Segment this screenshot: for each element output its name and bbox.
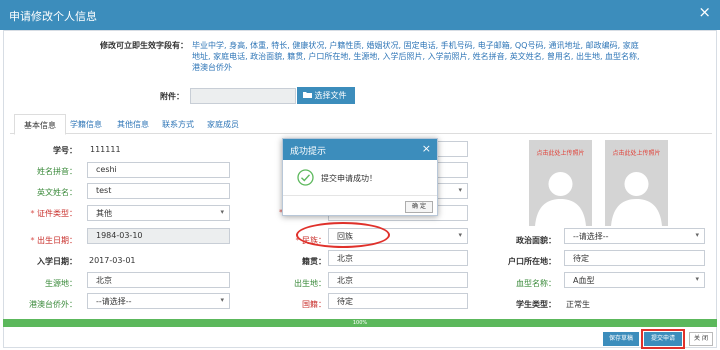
tab-other-info[interactable]: 其他信息 (117, 119, 149, 130)
tab-basic-info[interactable]: 基本信息 (14, 114, 66, 135)
enroll-date-label: 入学日期： (37, 257, 77, 266)
native-place-label: 籍贯： (302, 257, 326, 266)
close-icon[interactable]: × (698, 5, 711, 20)
student-type-value: 正常生 (566, 300, 590, 309)
editable-fields-label: 修改可立即生效字段有： (100, 41, 188, 50)
close-button[interactable]: 关 闭 (689, 332, 713, 346)
modal-close-icon[interactable]: × (422, 142, 431, 155)
birth-place-input[interactable]: 北京 (328, 272, 468, 288)
student-no-value: 111111 (90, 145, 121, 154)
overseas-label: 港澳台侨外： (29, 300, 77, 309)
tab-enrollment-info[interactable]: 学籍信息 (70, 119, 102, 130)
upload-photo-caption: 点击此处上传照片 (612, 150, 661, 157)
avatar-placeholder-icon (611, 172, 662, 226)
tab-family[interactable]: 家庭成员 (207, 119, 239, 130)
nation-annotation-oval (296, 222, 390, 248)
birth-date-label-text: 出生日期： (37, 236, 77, 245)
blood-type-label: 血型名称： (516, 279, 556, 288)
nationality-label: 国籍： (302, 300, 326, 309)
birth-place-label: 出生地： (294, 279, 326, 288)
modal-divider (283, 195, 437, 196)
id-type-label: * 证件类型： (15, 208, 77, 219)
name-pinyin-label: 姓名拼音： (37, 167, 77, 176)
choose-file-label: 选择文件 (314, 91, 347, 100)
pre-enrollment-photo[interactable]: 点击此处上传照片 (605, 140, 668, 226)
birth-date-input[interactable]: 1984-03-10 (87, 228, 230, 244)
birth-date-label: * 出生日期： (15, 235, 77, 246)
window-title: 申请修改个人信息 (9, 10, 97, 23)
success-check-icon (297, 169, 314, 186)
hukou-label: 户口所在地： (508, 257, 556, 266)
student-type-label: 学生类型： (516, 300, 556, 309)
tab-contact[interactable]: 联系方式 (162, 119, 194, 130)
enroll-date-value: 2017-03-01 (89, 256, 136, 265)
submit-annotation-box (641, 329, 685, 349)
folder-icon (303, 91, 315, 100)
upload-photo-caption: 点击此处上传照片 (536, 150, 585, 157)
progress-label: 100% (352, 320, 368, 326)
nationality-input[interactable]: 待定 (328, 293, 468, 309)
modal-title: 成功提示 (290, 147, 327, 157)
overseas-select[interactable]: --请选择-- (87, 293, 230, 309)
modal-ok-button[interactable]: 确 定 (405, 201, 433, 213)
political-select[interactable]: --请选择-- (564, 228, 705, 244)
id-type-label-text: 证件类型： (37, 209, 77, 218)
english-name-label: 英文姓名： (37, 188, 77, 197)
political-label: 政治面貌： (516, 236, 556, 245)
attachment-label: 附件： (160, 92, 184, 101)
editable-fields-text: 毕业中学, 身高, 体重, 特长, 健康状况, 户籍性质, 婚姻状况, 固定电话… (192, 41, 640, 72)
choose-file-button[interactable]: 选择文件 (297, 87, 355, 104)
id-type-select[interactable]: 其他 (87, 205, 230, 221)
hukou-input[interactable]: 待定 (564, 250, 705, 266)
modal-message: 提交申请成功！ (321, 174, 377, 183)
avatar-placeholder-icon (535, 172, 586, 226)
native-place-input[interactable]: 北京 (328, 250, 468, 266)
tab-bar: 基本信息 学籍信息 其他信息 联系方式 家庭成员 (10, 114, 712, 135)
origin-input[interactable]: 北京 (87, 272, 230, 288)
english-name-input[interactable]: test (87, 183, 230, 199)
origin-label: 生源地： (45, 279, 77, 288)
student-no-label: 学号： (53, 146, 77, 155)
blood-type-select[interactable]: A血型 (564, 272, 705, 288)
attachment-input[interactable] (190, 88, 296, 104)
name-pinyin-input[interactable]: ceshi (87, 162, 230, 178)
post-enrollment-photo[interactable]: 点击此处上传照片 (529, 140, 592, 226)
title-bar: 申请修改个人信息 × (0, 0, 720, 30)
save-draft-button[interactable]: 保存草稿 (603, 332, 639, 346)
success-modal: 成功提示 × 提交申请成功！ 确 定 (282, 138, 438, 216)
modal-header: 成功提示 × (283, 139, 437, 160)
progress-bar: 100% (3, 319, 717, 327)
